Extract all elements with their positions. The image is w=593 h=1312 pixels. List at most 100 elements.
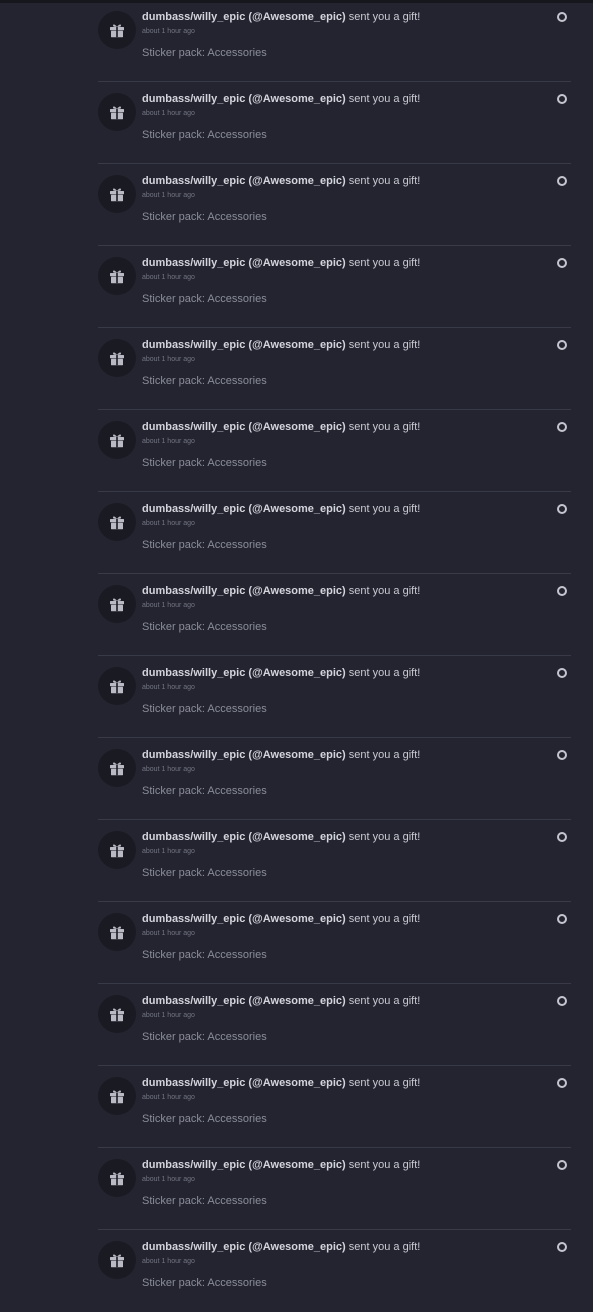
notification-action: sent you a gift! [345,1241,421,1253]
unread-dot-icon[interactable] [557,340,567,350]
notification-action: sent you a gift! [345,585,421,597]
gift-icon [108,349,126,367]
unread-dot-icon[interactable] [557,1242,567,1252]
notification-title: dumbass/willy_epic (@Awesome_epic) sent … [142,503,420,516]
notification-time: about 1 hour ago [142,520,195,527]
unread-dot-icon[interactable] [557,586,567,596]
gift-icon [108,1169,126,1187]
sender-name[interactable]: dumbass/willy_epic (@Awesome_epic) [142,1241,346,1253]
notification-detail: Sticker pack: Accessories [142,703,267,715]
unread-dot-icon[interactable] [557,176,567,186]
notification-item[interactable]: dumbass/willy_epic (@Awesome_epic) sent … [98,1066,571,1148]
notification-title: dumbass/willy_epic (@Awesome_epic) sent … [142,913,420,926]
unread-dot-icon[interactable] [557,94,567,104]
unread-dot-icon[interactable] [557,996,567,1006]
notification-action: sent you a gift! [345,421,421,433]
notification-item[interactable]: dumbass/willy_epic (@Awesome_epic) sent … [98,410,571,492]
notification-time: about 1 hour ago [142,192,195,199]
sender-name[interactable]: dumbass/willy_epic (@Awesome_epic) [142,749,346,761]
gift-avatar [98,667,136,705]
notification-detail: Sticker pack: Accessories [142,1195,267,1207]
notification-title: dumbass/willy_epic (@Awesome_epic) sent … [142,831,420,844]
notification-item[interactable]: dumbass/willy_epic (@Awesome_epic) sent … [98,1148,571,1230]
unread-dot-icon[interactable] [557,258,567,268]
unread-dot-icon[interactable] [557,750,567,760]
notification-time: about 1 hour ago [142,1176,195,1183]
notification-action: sent you a gift! [345,11,421,23]
gift-icon [108,841,126,859]
notification-action: sent you a gift! [345,93,421,105]
notification-time: about 1 hour ago [142,356,195,363]
unread-dot-icon[interactable] [557,12,567,22]
notification-time: about 1 hour ago [142,602,195,609]
notification-item[interactable]: dumbass/willy_epic (@Awesome_epic) sent … [98,902,571,984]
notification-item[interactable]: dumbass/willy_epic (@Awesome_epic) sent … [98,820,571,902]
unread-dot-icon[interactable] [557,504,567,514]
unread-dot-icon[interactable] [557,422,567,432]
notification-time: about 1 hour ago [142,1094,195,1101]
notification-item[interactable]: dumbass/willy_epic (@Awesome_epic) sent … [98,984,571,1066]
sender-name[interactable]: dumbass/willy_epic (@Awesome_epic) [142,339,346,351]
notification-action: sent you a gift! [345,503,421,515]
notification-detail: Sticker pack: Accessories [142,1031,267,1043]
notification-action: sent you a gift! [345,1077,421,1089]
notification-item[interactable]: dumbass/willy_epic (@Awesome_epic) sent … [98,0,571,82]
sender-name[interactable]: dumbass/willy_epic (@Awesome_epic) [142,503,346,515]
gift-avatar [98,257,136,295]
gift-avatar [98,831,136,869]
gift-icon [108,431,126,449]
notification-detail: Sticker pack: Accessories [142,621,267,633]
notification-time: about 1 hour ago [142,438,195,445]
gift-avatar [98,1159,136,1197]
sender-name[interactable]: dumbass/willy_epic (@Awesome_epic) [142,421,346,433]
notification-item[interactable]: dumbass/willy_epic (@Awesome_epic) sent … [98,492,571,574]
unread-dot-icon[interactable] [557,1078,567,1088]
notification-title: dumbass/willy_epic (@Awesome_epic) sent … [142,749,420,762]
sender-name[interactable]: dumbass/willy_epic (@Awesome_epic) [142,1077,346,1089]
notification-time: about 1 hour ago [142,930,195,937]
sender-name[interactable]: dumbass/willy_epic (@Awesome_epic) [142,93,346,105]
unread-dot-icon[interactable] [557,1160,567,1170]
unread-dot-icon[interactable] [557,914,567,924]
notification-action: sent you a gift! [345,831,421,843]
notification-detail: Sticker pack: Accessories [142,949,267,961]
notification-item[interactable]: dumbass/willy_epic (@Awesome_epic) sent … [98,82,571,164]
sender-name[interactable]: dumbass/willy_epic (@Awesome_epic) [142,913,346,925]
sender-name[interactable]: dumbass/willy_epic (@Awesome_epic) [142,831,346,843]
notification-item[interactable]: dumbass/willy_epic (@Awesome_epic) sent … [98,328,571,410]
gift-icon [108,267,126,285]
sender-name[interactable]: dumbass/willy_epic (@Awesome_epic) [142,1159,346,1171]
sender-name[interactable]: dumbass/willy_epic (@Awesome_epic) [142,11,346,23]
notification-action: sent you a gift! [345,339,421,351]
notification-title: dumbass/willy_epic (@Awesome_epic) sent … [142,1241,420,1254]
gift-avatar [98,913,136,951]
sender-name[interactable]: dumbass/willy_epic (@Awesome_epic) [142,175,346,187]
sender-name[interactable]: dumbass/willy_epic (@Awesome_epic) [142,257,346,269]
notification-title: dumbass/willy_epic (@Awesome_epic) sent … [142,93,420,106]
notification-item[interactable]: dumbass/willy_epic (@Awesome_epic) sent … [98,1230,571,1312]
notification-action: sent you a gift! [345,667,421,679]
notification-item[interactable]: dumbass/willy_epic (@Awesome_epic) sent … [98,246,571,328]
notification-detail: Sticker pack: Accessories [142,867,267,879]
sender-name[interactable]: dumbass/willy_epic (@Awesome_epic) [142,995,346,1007]
sender-name[interactable]: dumbass/willy_epic (@Awesome_epic) [142,667,346,679]
unread-dot-icon[interactable] [557,668,567,678]
sender-name[interactable]: dumbass/willy_epic (@Awesome_epic) [142,585,346,597]
notification-title: dumbass/willy_epic (@Awesome_epic) sent … [142,1159,420,1172]
notification-time: about 1 hour ago [142,1258,195,1265]
notification-time: about 1 hour ago [142,28,195,35]
gift-icon [108,923,126,941]
notification-time: about 1 hour ago [142,848,195,855]
gift-icon [108,1251,126,1269]
notification-detail: Sticker pack: Accessories [142,129,267,141]
notification-time: about 1 hour ago [142,1012,195,1019]
notification-title: dumbass/willy_epic (@Awesome_epic) sent … [142,175,420,188]
notification-item[interactable]: dumbass/willy_epic (@Awesome_epic) sent … [98,574,571,656]
notification-item[interactable]: dumbass/willy_epic (@Awesome_epic) sent … [98,738,571,820]
gift-icon [108,185,126,203]
gift-avatar [98,995,136,1033]
unread-dot-icon[interactable] [557,832,567,842]
notification-item[interactable]: dumbass/willy_epic (@Awesome_epic) sent … [98,164,571,246]
notification-detail: Sticker pack: Accessories [142,1277,267,1289]
notification-item[interactable]: dumbass/willy_epic (@Awesome_epic) sent … [98,656,571,738]
